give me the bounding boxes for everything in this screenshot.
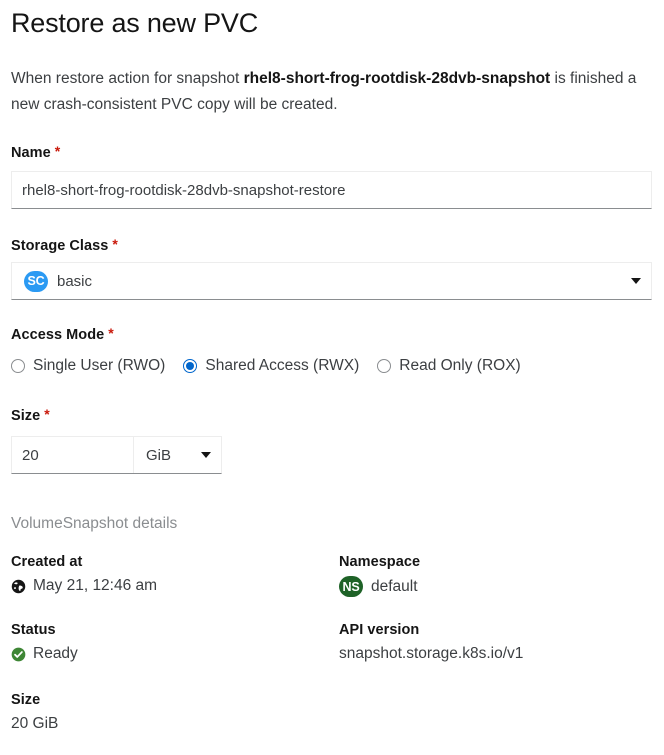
namespace-value[interactable]: default <box>371 577 418 597</box>
storage-class-value: basic <box>57 272 93 290</box>
detail-size: Size 20 GiB <box>11 692 58 734</box>
check-circle-icon <box>11 647 26 662</box>
radio-indicator <box>11 359 25 373</box>
radio-read-only-rox[interactable]: Read Only (ROX) <box>377 357 521 375</box>
detail-label: Size <box>11 692 41 708</box>
radio-single-user-rwo[interactable]: Single User (RWO) <box>11 357 165 375</box>
storage-class-select[interactable]: SC basic <box>11 262 652 300</box>
access-mode-required-asterisk: * <box>108 325 114 341</box>
size-input-group: GiB <box>11 436 222 474</box>
detail-value: NS default <box>339 576 420 597</box>
name-label: Name * <box>11 143 60 161</box>
radio-indicator <box>377 359 392 373</box>
chevron-down-icon <box>631 278 641 284</box>
size-input[interactable] <box>12 437 133 473</box>
name-required-asterisk: * <box>54 143 61 159</box>
storage-class-label-text: Storage Class <box>11 238 109 254</box>
detail-label: API version <box>339 622 420 638</box>
detail-created-at: Created at May 21, 12:46 am <box>11 554 157 596</box>
access-mode-radio-group: Single User (RWO) Shared Access (RWX) Re… <box>11 357 521 375</box>
detail-namespace: Namespace NS default <box>339 554 420 597</box>
detail-api-version: API version snapshot.storage.k8s.io/v1 <box>339 622 523 664</box>
description-prefix: When restore action for snapshot <box>11 70 244 87</box>
radio-label: Read Only (ROX) <box>399 357 521 374</box>
name-input[interactable] <box>11 171 652 209</box>
chevron-down-icon <box>201 452 211 458</box>
access-mode-label-text: Access Mode <box>11 327 105 343</box>
radio-label: Shared Access (RWX) <box>205 357 360 374</box>
status-badge: Ready <box>11 644 78 664</box>
size-required-asterisk: * <box>44 406 50 422</box>
globe-icon <box>11 579 26 594</box>
description-snapshot-name: rhel8-short-frog-rootdisk-28dvb-snapshot <box>243 70 551 87</box>
detail-label: Status <box>11 622 56 638</box>
details-section-title: VolumeSnapshot details <box>11 515 178 532</box>
status-value: Ready <box>33 645 78 662</box>
storage-class-required-asterisk: * <box>112 236 118 252</box>
detail-value: May 21, 12:46 am <box>11 576 157 596</box>
storage-class-label: Storage Class * <box>11 236 118 254</box>
namespace-badge-icon: NS <box>339 576 363 597</box>
detail-label: Namespace <box>339 554 421 570</box>
radio-indicator-selected <box>183 359 198 373</box>
radio-label: Single User (RWO) <box>33 357 166 374</box>
radio-shared-access-rwx[interactable]: Shared Access (RWX) <box>183 357 359 375</box>
size-unit-select[interactable]: GiB <box>133 437 221 473</box>
restore-as-new-pvc-dialog: Restore as new PVC When restore action f… <box>0 0 664 755</box>
detail-status: Status Ready <box>11 622 78 664</box>
size-unit-value: GiB <box>146 446 172 464</box>
detail-label: Created at <box>11 554 83 570</box>
dialog-description: When restore action for snapshot rhel8-s… <box>11 66 651 118</box>
size-label: Size * <box>11 406 50 424</box>
size-value: 20 GiB <box>11 715 59 732</box>
storage-class-badge-icon: SC <box>24 270 48 292</box>
name-label-text: Name <box>11 145 51 161</box>
page-title: Restore as new PVC <box>11 8 259 38</box>
api-version-value: snapshot.storage.k8s.io/v1 <box>339 645 524 662</box>
access-mode-label: Access Mode * <box>11 325 114 343</box>
created-at-value: May 21, 12:46 am <box>33 577 158 594</box>
size-label-text: Size <box>11 408 41 424</box>
